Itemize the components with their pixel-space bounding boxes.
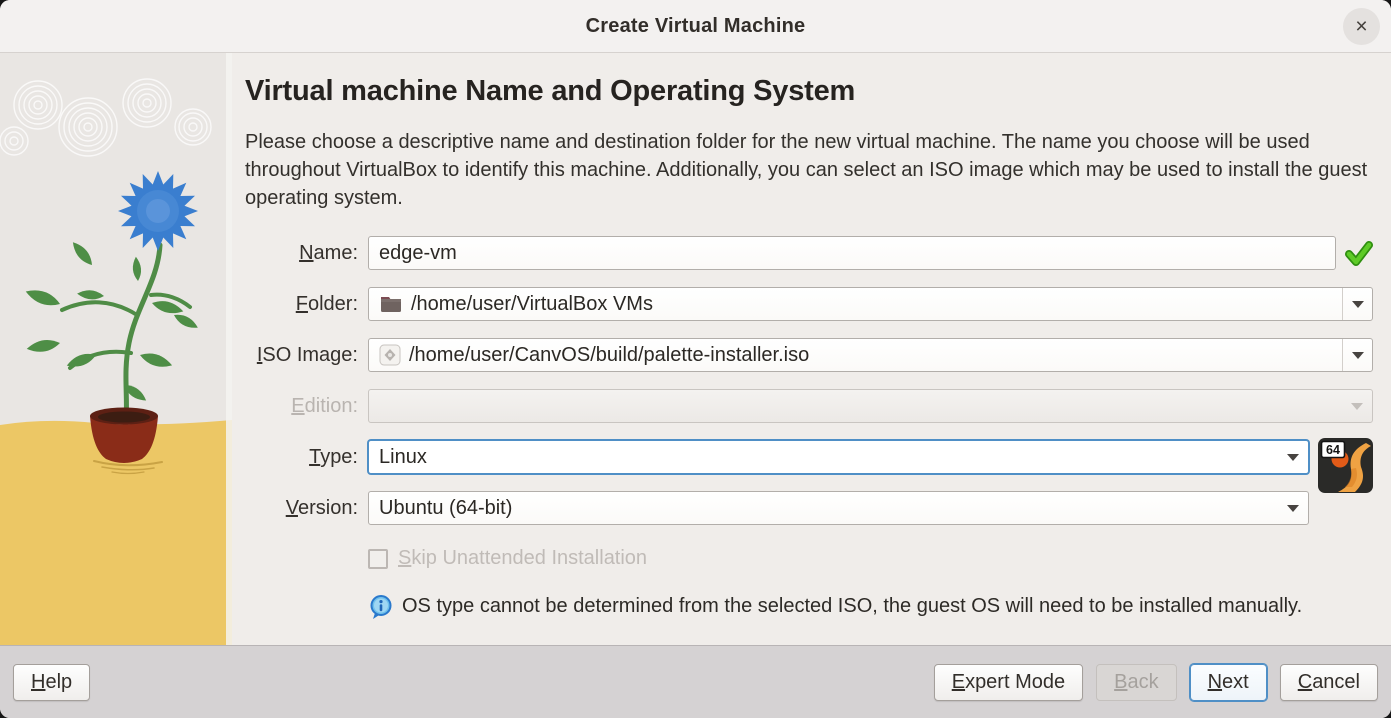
- info-balloon-icon: [368, 594, 394, 628]
- folder-row: Folder: /home/user/VirtualBox VMs: [245, 287, 1373, 321]
- skip-unattended-checkbox: [368, 549, 388, 569]
- folder-label: Folder:: [245, 293, 358, 316]
- name-input[interactable]: [368, 236, 1336, 270]
- dialog-button-bar: Help Expert Mode Back Next Cancel: [0, 645, 1391, 718]
- window-title: Create Virtual Machine: [586, 15, 806, 38]
- type-label: Type:: [245, 446, 358, 469]
- info-message-row: OS type cannot be determined from the se…: [368, 592, 1303, 628]
- info-message-text: OS type cannot be determined from the se…: [402, 592, 1302, 620]
- create-vm-dialog: Create Virtual Machine ×: [0, 0, 1391, 718]
- linux-64bit-os-icon: 64: [1318, 438, 1373, 493]
- titlebar: Create Virtual Machine ×: [0, 0, 1391, 53]
- version-value: Ubuntu (64-bit): [379, 497, 1278, 520]
- type-dropdown-button[interactable]: [1278, 441, 1308, 473]
- version-label: Version:: [245, 497, 358, 520]
- disc-icon: [379, 344, 401, 366]
- cancel-button[interactable]: Cancel: [1280, 664, 1378, 701]
- potted-flower-illustration: [0, 53, 232, 645]
- skip-unattended-label: Skip Unattended Installation: [398, 547, 647, 570]
- type-row: Type: Linux 64: [245, 440, 1373, 474]
- iso-dropdown-button[interactable]: [1342, 339, 1372, 371]
- iso-combobox[interactable]: /home/user/CanvOS/build/palette-installe…: [368, 338, 1373, 372]
- close-button[interactable]: ×: [1343, 8, 1380, 45]
- arch-badge: 64: [1326, 443, 1340, 457]
- close-icon: ×: [1355, 16, 1367, 37]
- folder-value: /home/user/VirtualBox VMs: [411, 293, 1334, 316]
- valid-check-icon: [1345, 239, 1373, 267]
- help-button[interactable]: Help: [13, 664, 90, 701]
- wizard-illustration: [0, 53, 232, 645]
- chevron-down-icon: [1352, 301, 1364, 308]
- folder-dropdown-button[interactable]: [1342, 288, 1372, 320]
- name-label: Name:: [245, 242, 358, 265]
- version-combobox[interactable]: Ubuntu (64-bit): [368, 491, 1309, 525]
- page-title: Virtual machine Name and Operating Syste…: [245, 75, 1373, 108]
- version-row: Version: Ubuntu (64-bit): [245, 491, 1373, 525]
- iso-row: ISO Image: /home/user/CanvOS/build/palet…: [245, 338, 1373, 372]
- blue-flower: [118, 171, 198, 251]
- wizard-page: Virtual machine Name and Operating Syste…: [232, 53, 1391, 645]
- edition-label: Edition:: [245, 395, 358, 418]
- version-dropdown-button[interactable]: [1278, 492, 1308, 524]
- folder-combobox[interactable]: /home/user/VirtualBox VMs: [368, 287, 1373, 321]
- chevron-down-icon: [1352, 352, 1364, 359]
- expert-mode-button[interactable]: Expert Mode: [934, 664, 1083, 701]
- folder-icon: [379, 294, 403, 314]
- next-button[interactable]: Next: [1190, 664, 1267, 701]
- skip-unattended-row: Skip Unattended Installation: [368, 547, 1373, 570]
- edition-dropdown-button: [1342, 390, 1372, 422]
- chevron-down-icon: [1287, 454, 1299, 461]
- type-value: Linux: [379, 446, 1278, 469]
- iso-value: /home/user/CanvOS/build/palette-installe…: [409, 344, 1334, 367]
- edition-combobox: [368, 389, 1373, 423]
- chevron-down-icon: [1287, 505, 1299, 512]
- iso-label: ISO Image:: [245, 344, 358, 367]
- name-row: Name:: [245, 236, 1373, 270]
- edition-row: Edition:: [245, 389, 1373, 423]
- chevron-down-icon: [1351, 403, 1363, 410]
- page-description: Please choose a descriptive name and des…: [245, 128, 1373, 212]
- type-combobox[interactable]: Linux: [368, 440, 1309, 474]
- back-button: Back: [1096, 664, 1176, 701]
